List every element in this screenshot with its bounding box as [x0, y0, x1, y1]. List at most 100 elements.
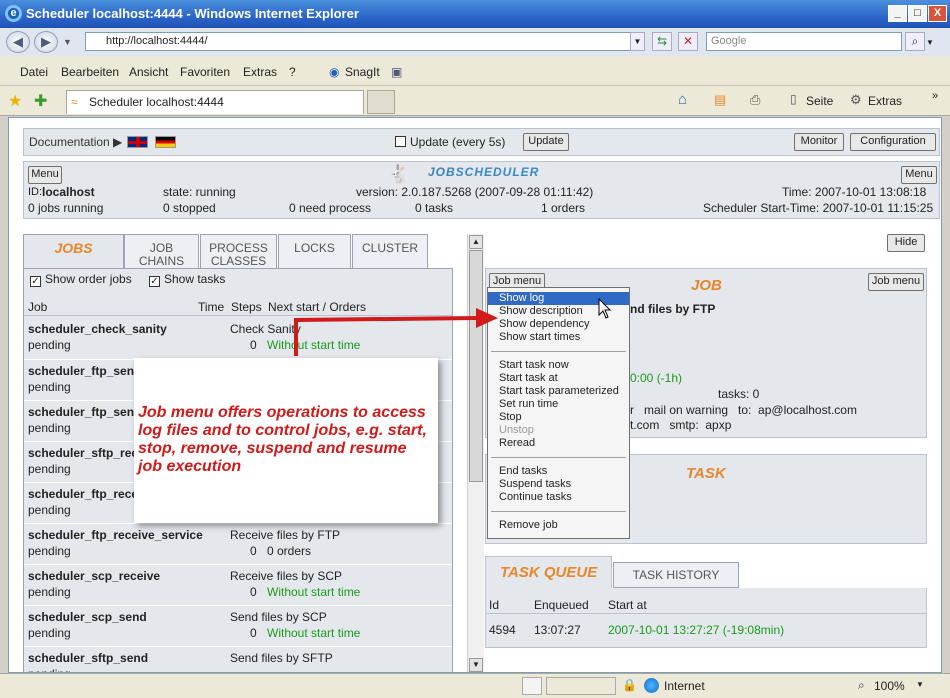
search-options-icon[interactable]: ▼ — [926, 38, 934, 47]
scroll-down-icon[interactable]: ▼ — [469, 658, 483, 672]
zoom-level[interactable]: 100% — [874, 679, 905, 693]
tab-locks[interactable]: LOCKS — [278, 234, 351, 268]
tab-process-classes[interactable]: PROCESS CLASSES — [200, 234, 277, 268]
menu-continue-tasks[interactable]: Continue tasks — [488, 491, 629, 504]
menu-reread[interactable]: Reread — [488, 437, 629, 450]
job-next-start: 0 orders — [267, 544, 312, 558]
hide-button[interactable]: Hide — [887, 234, 925, 252]
history-dropdown-icon[interactable]: ▼ — [63, 37, 72, 47]
job-menu-right-button[interactable]: Job menu — [868, 273, 924, 291]
zoom-icon[interactable]: ⌕ — [858, 678, 865, 693]
update-every-5s-checkbox[interactable]: Update (every 5s) — [395, 135, 505, 149]
tab-cluster[interactable]: CLUSTER — [352, 234, 428, 268]
back-button[interactable]: ◀ — [6, 31, 30, 53]
job-state: pending — [28, 585, 71, 599]
menu-datei[interactable]: Datei — [20, 65, 48, 79]
jobs-need-process: 0 need process — [289, 201, 372, 215]
documentation-link[interactable]: Documentation ▶ — [29, 135, 122, 149]
configuration-button[interactable]: Configuration — [850, 133, 936, 151]
status-cell-icon — [522, 677, 542, 695]
tab-task-queue[interactable]: TASK QUEUE — [485, 556, 612, 588]
menu-start-task-parameterized[interactable]: Start task parameterized — [488, 385, 629, 398]
tab-jobs[interactable]: JOBS — [23, 234, 124, 268]
table-row[interactable]: scheduler_ftp_receive_service Receive fi… — [24, 523, 452, 564]
documentation-bar: Documentation ▶ Update (every 5s) Update… — [23, 128, 940, 156]
jobs-stopped: 0 stopped — [163, 201, 216, 215]
snagit-icon[interactable]: ◉ — [329, 65, 339, 79]
stop-button[interactable]: ✕ — [678, 32, 698, 51]
menu-extras[interactable]: Extras — [243, 65, 277, 79]
table-row[interactable]: scheduler_scp_send Send files by SCP pen… — [24, 605, 452, 646]
job-name[interactable]: scheduler_scp_receive — [28, 569, 160, 583]
tab-process-line2: CLASSES — [210, 254, 267, 268]
table-row[interactable]: scheduler_scp_receive Receive files by S… — [24, 564, 452, 605]
scroll-up-icon[interactable]: ▲ — [469, 235, 483, 249]
job-name[interactable]: scheduler_scp_send — [28, 610, 147, 624]
menu-remove-job[interactable]: Remove job — [488, 519, 629, 532]
search-icon[interactable]: ⌕ — [905, 32, 925, 51]
menu-favoriten[interactable]: Favoriten — [180, 65, 230, 79]
minimize-button[interactable]: _ — [888, 5, 907, 22]
tab-scheduler[interactable]: ≈ Scheduler localhost:4444 — [66, 90, 364, 114]
address-dropdown-icon[interactable]: ▼ — [630, 32, 645, 51]
chevron-more-icon[interactable]: » — [932, 90, 938, 102]
job-next-start: Without start time — [267, 626, 361, 640]
favorites-star-icon[interactable]: ★ — [8, 91, 22, 111]
menu-ansicht[interactable]: Ansicht — [129, 65, 168, 79]
menu-left-button[interactable]: Menu — [28, 166, 62, 184]
menu-end-tasks[interactable]: End tasks — [488, 465, 629, 478]
job-name[interactable]: scheduler_ftp_rece — [28, 487, 138, 501]
flag-de-icon[interactable] — [155, 136, 176, 148]
menu-start-task-at[interactable]: Start task at — [488, 372, 629, 385]
menu-set-run-time[interactable]: Set run time — [488, 398, 629, 411]
snagit-button[interactable]: SnagIt — [345, 65, 380, 79]
job-name[interactable]: scheduler_check_sanity — [28, 322, 167, 336]
state-label: state: running — [163, 185, 236, 199]
refresh-button[interactable]: ⇆ — [652, 32, 672, 51]
table-row[interactable]: scheduler_sftp_send Send files by SFTP p… — [24, 646, 452, 672]
flag-uk-icon[interactable] — [127, 136, 148, 148]
queue-divider — [486, 613, 926, 614]
print-icon[interactable]: ⎙ — [750, 92, 760, 108]
zoom-dropdown-icon[interactable]: ▼ — [916, 680, 924, 689]
add-favorites-icon[interactable]: ✚ — [34, 91, 47, 111]
job-name[interactable]: scheduler_sftp_send — [28, 651, 148, 665]
tab-job-chains[interactable]: JOB CHAINS — [124, 234, 199, 268]
show-tasks-checkbox[interactable]: ✓ Show tasks — [149, 272, 225, 287]
job-name[interactable]: scheduler_ftp_send — [28, 364, 141, 378]
jobscheduler-logo-icon: 🐇 — [388, 164, 411, 184]
job-name[interactable]: scheduler_ftp_send — [28, 405, 141, 419]
menu-start-task-now[interactable]: Start task now — [488, 359, 629, 372]
job-desc: Send files by SCP — [230, 610, 327, 624]
menu-stop[interactable]: Stop — [488, 411, 629, 424]
update-every-label: Update (every 5s) — [410, 135, 506, 149]
tab-task-history[interactable]: TASK HISTORY — [613, 562, 739, 588]
show-order-jobs-checkbox[interactable]: ✓ Show order jobs — [30, 272, 132, 287]
feeds-icon[interactable]: ▤ — [714, 92, 726, 108]
scroll-thumb[interactable] — [469, 250, 483, 482]
menu-help[interactable]: ? — [289, 65, 296, 79]
maximize-button[interactable]: □ — [908, 5, 927, 22]
close-button[interactable]: X — [928, 5, 947, 22]
extras-menu[interactable]: Extras — [868, 94, 902, 108]
col-job: Job — [28, 300, 48, 314]
job-name[interactable]: scheduler_ftp_receive_service — [28, 528, 203, 542]
menu-unstop: Unstop — [499, 424, 534, 436]
seite-menu[interactable]: Seite — [806, 94, 833, 108]
job-name[interactable]: scheduler_sftp_rec — [28, 446, 138, 460]
job-smtp-settings: t.com smtp: apxp — [630, 418, 732, 432]
search-input[interactable]: Google — [706, 32, 902, 51]
address-input[interactable]: http://localhost:4444/ — [85, 32, 645, 51]
menu-show-start-times[interactable]: Show start times — [488, 331, 629, 344]
monitor-button[interactable]: Monitor — [794, 133, 844, 151]
menu-suspend-tasks[interactable]: Suspend tasks — [488, 478, 629, 491]
home-icon[interactable]: ⌂ — [678, 91, 687, 108]
menu-bearbeiten[interactable]: Bearbeiten — [61, 65, 119, 79]
menu-right-button[interactable]: Menu — [901, 166, 937, 184]
snagit-window-icon[interactable]: ▣ — [391, 65, 402, 79]
zone-label: Internet — [664, 679, 705, 693]
job-desc: Send files by SFTP — [230, 651, 333, 665]
update-button[interactable]: Update — [523, 133, 569, 151]
new-tab-button[interactable] — [367, 90, 395, 114]
forward-button[interactable]: ▶ — [34, 31, 58, 53]
